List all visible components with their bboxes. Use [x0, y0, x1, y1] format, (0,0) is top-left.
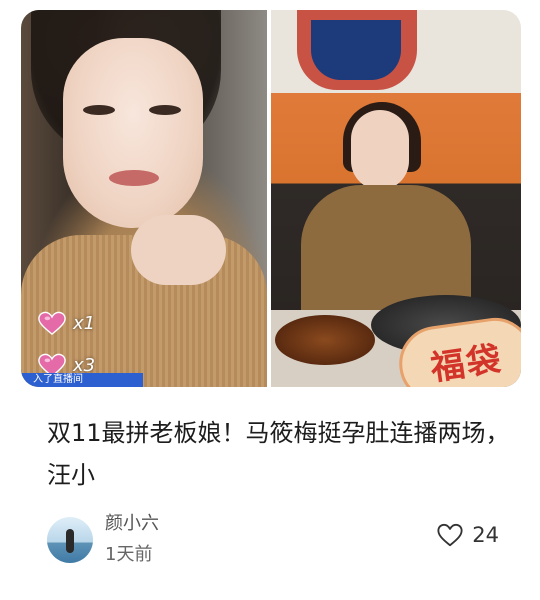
like-button[interactable]: 24 [436, 522, 499, 548]
photo-face [63, 38, 203, 228]
photo-eye [149, 105, 181, 115]
heart-outline-icon[interactable] [436, 522, 464, 548]
avatar-figure [66, 529, 74, 553]
live-join-banner: 入了直播间 [21, 373, 143, 387]
avatar[interactable] [47, 517, 93, 563]
cover-image[interactable]: x1 x3 入了直播间 福袋 [21, 10, 521, 387]
heart-gift-icon [38, 311, 66, 336]
photo-lips [109, 170, 159, 186]
like-count: 24 [472, 523, 499, 547]
post-time: 1天前 [105, 544, 153, 565]
cover-photo-left: x1 x3 入了直播间 [21, 10, 267, 387]
article-headline[interactable]: 双11最拼老板娘！马筱梅挺孕肚连播两场，汪小 [47, 412, 517, 496]
author-row: 颜小六 1天前 24 [47, 511, 517, 571]
author-name[interactable]: 颜小六 [105, 511, 159, 537]
photo-hand [131, 215, 226, 285]
photo-eye [83, 105, 115, 115]
lucky-bag-label: 福袋 [428, 338, 505, 387]
wall-poster [311, 20, 401, 80]
gift-row: x1 [37, 310, 95, 336]
photo-face [351, 110, 409, 190]
cover-photo-right: 福袋 [271, 10, 521, 387]
feed-card[interactable]: x1 x3 入了直播间 福袋 双11最拼老板娘！马筱梅挺孕肚连播两场，汪小 颜小… [0, 0, 540, 600]
gift-count: x1 [73, 312, 96, 334]
photo-hotpot [275, 315, 375, 365]
